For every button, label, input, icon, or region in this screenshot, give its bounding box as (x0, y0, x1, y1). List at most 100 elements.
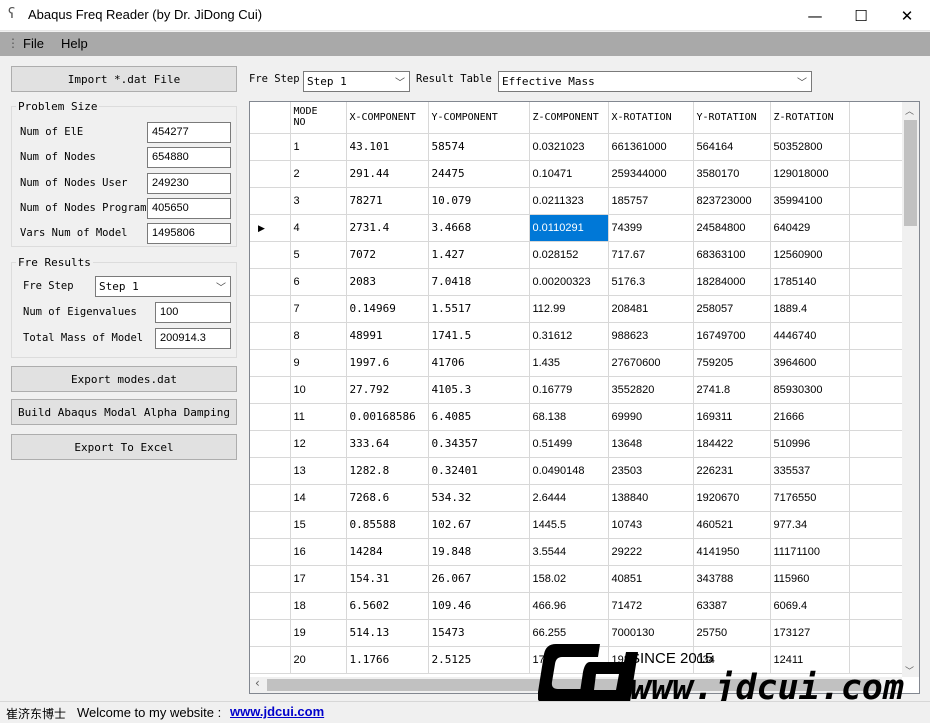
vertical-scrollbar[interactable] (902, 102, 919, 677)
row-header[interactable] (250, 592, 291, 620)
table-cell[interactable]: 0.00168586 (346, 403, 429, 431)
mode-number-cell[interactable]: 14 (290, 484, 347, 512)
num-ele-field[interactable]: 454277 (147, 122, 231, 143)
table-cell[interactable]: 14284 (346, 538, 429, 566)
row-header[interactable] (250, 457, 291, 485)
row-header[interactable] (250, 241, 291, 269)
table-cell[interactable]: 21666 (770, 403, 850, 431)
table-cell[interactable]: 1.427 (428, 241, 530, 269)
table-cell[interactable]: 1741.5 (428, 322, 530, 350)
row-header[interactable] (250, 646, 291, 674)
table-cell[interactable]: 4105.3 (428, 376, 530, 404)
table-cell[interactable]: 7.0418 (428, 268, 530, 296)
row-header[interactable] (250, 349, 291, 377)
table-cell[interactable]: 4446740 (770, 322, 850, 350)
mode-number-cell[interactable]: 18 (290, 592, 347, 620)
table-cell[interactable]: 3552820 (608, 376, 694, 404)
row-header[interactable] (250, 133, 291, 161)
table-cell[interactable]: 6069.4 (770, 592, 850, 620)
table-cell[interactable]: 466.96 (529, 592, 609, 620)
table-row[interactable]: 3 78271 10.079 0.0211323 185757 823723000 3599… (250, 187, 903, 215)
table-cell[interactable]: 1.5517 (428, 295, 530, 323)
table-cell[interactable]: 514.13 (346, 619, 429, 647)
table-cell[interactable]: 10743 (608, 511, 694, 539)
table-cell[interactable]: 0.85588 (346, 511, 429, 539)
table-cell[interactable]: 0.34357 (428, 430, 530, 458)
maximize-button[interactable]: ☐ (838, 0, 884, 31)
table-cell[interactable]: 3.4668 (428, 214, 530, 242)
table-cell[interactable]: 138840 (608, 484, 694, 512)
mode-number-cell[interactable]: 9 (290, 349, 347, 377)
table-cell[interactable]: 58574 (428, 133, 530, 161)
mode-number-cell[interactable]: 7 (290, 295, 347, 323)
build-damping-button[interactable]: Build Abaqus Modal Alpha Damping (11, 399, 237, 425)
table-cell[interactable]: 2.5125 (428, 646, 530, 674)
row-header[interactable] (250, 403, 291, 431)
table-cell[interactable]: 1889.4 (770, 295, 850, 323)
table-cell[interactable]: 823723000 (693, 187, 771, 215)
mode-number-cell[interactable]: 1 (290, 133, 347, 161)
table-cell[interactable]: 13648 (608, 430, 694, 458)
row-header[interactable] (250, 565, 291, 593)
mode-number-cell[interactable]: 16 (290, 538, 347, 566)
table-row[interactable]: 6 2083 7.0418 0.00200323 5176.3 18284000 17851… (250, 268, 903, 296)
num-eigen-field[interactable]: 100 (155, 302, 231, 323)
table-row[interactable]: 18 6.5602 109.46 466.96 71472 63387 6069.4 (250, 592, 903, 620)
table-cell[interactable]: 2741.8 (693, 376, 771, 404)
table-row[interactable]: 2 291.44 24475 0.10471 259344000 3580170 12901… (250, 160, 903, 188)
scroll-left-icon[interactable]: ‹ (255, 676, 260, 690)
table-cell[interactable]: 1785140 (770, 268, 850, 296)
table-cell[interactable]: 7268.6 (346, 484, 429, 512)
table-cell[interactable]: 43.101 (346, 133, 429, 161)
column-header[interactable]: Y-COMPONENT (428, 102, 530, 134)
table-cell[interactable]: 169311 (693, 403, 771, 431)
fre-step-select[interactable]: Step 1 ﹀ (303, 71, 410, 92)
table-row[interactable]: 14 7268.6 534.32 2.6444 138840 1920670 7176550 (250, 484, 903, 512)
table-cell[interactable]: 158.02 (529, 565, 609, 593)
table-cell[interactable]: 27670600 (608, 349, 694, 377)
table-cell[interactable]: 1445.5 (529, 511, 609, 539)
num-nodes-field[interactable]: 654880 (147, 147, 231, 168)
export-modes-button[interactable]: Export modes.dat (11, 366, 237, 392)
column-header[interactable]: Z-ROTATION (770, 102, 850, 134)
table-cell[interactable]: 35994100 (770, 187, 850, 215)
mode-number-cell[interactable]: 19 (290, 619, 347, 647)
table-cell[interactable]: 0.10471 (529, 160, 609, 188)
scroll-up-icon[interactable]: ︿ (905, 104, 914, 117)
table-cell[interactable]: 115960 (770, 565, 850, 593)
table-cell[interactable]: 41706 (428, 349, 530, 377)
table-cell[interactable]: 759205 (693, 349, 771, 377)
table-cell[interactable]: 1.435 (529, 349, 609, 377)
table-cell[interactable]: 68363100 (693, 241, 771, 269)
row-header[interactable] (250, 268, 291, 296)
row-header[interactable] (250, 430, 291, 458)
mode-number-cell[interactable]: 3 (290, 187, 347, 215)
column-header[interactable]: X-COMPONENT (346, 102, 429, 134)
mode-number-cell[interactable]: 20 (290, 646, 347, 674)
table-cell[interactable]: 63387 (693, 592, 771, 620)
table-cell[interactable]: 27.792 (346, 376, 429, 404)
table-cell[interactable]: 7176550 (770, 484, 850, 512)
table-cell[interactable]: 977.34 (770, 511, 850, 539)
table-cell[interactable]: 18284000 (693, 268, 771, 296)
mode-number-cell[interactable]: 4 (290, 214, 347, 242)
row-header[interactable] (250, 187, 291, 215)
table-cell[interactable]: 1282.8 (346, 457, 429, 485)
table-row[interactable]: 1 43.101 58574 0.0321023 661361000 564164 5035… (250, 133, 903, 161)
vars-num-field[interactable]: 1495806 (147, 223, 231, 244)
table-cell[interactable]: 78271 (346, 187, 429, 215)
mode-number-cell[interactable]: 10 (290, 376, 347, 404)
table-row[interactable]: 13 1282.8 0.32401 0.0490148 23503 226231 33553… (250, 457, 903, 485)
mode-number-cell[interactable]: 11 (290, 403, 347, 431)
table-cell[interactable]: 343788 (693, 565, 771, 593)
table-cell[interactable]: 2083 (346, 268, 429, 296)
table-cell[interactable]: 226231 (693, 457, 771, 485)
table-row[interactable]: 5 7072 1.427 0.028152 717.67 68363100 12560900 (250, 241, 903, 269)
table-cell[interactable]: 12560900 (770, 241, 850, 269)
table-cell[interactable]: 50352800 (770, 133, 850, 161)
mode-number-cell[interactable]: 15 (290, 511, 347, 539)
table-cell[interactable]: 460521 (693, 511, 771, 539)
row-header[interactable] (250, 538, 291, 566)
table-row[interactable]: 8 48991 1741.5 0.31612 988623 16749700 4446740 (250, 322, 903, 350)
table-cell[interactable]: 208481 (608, 295, 694, 323)
